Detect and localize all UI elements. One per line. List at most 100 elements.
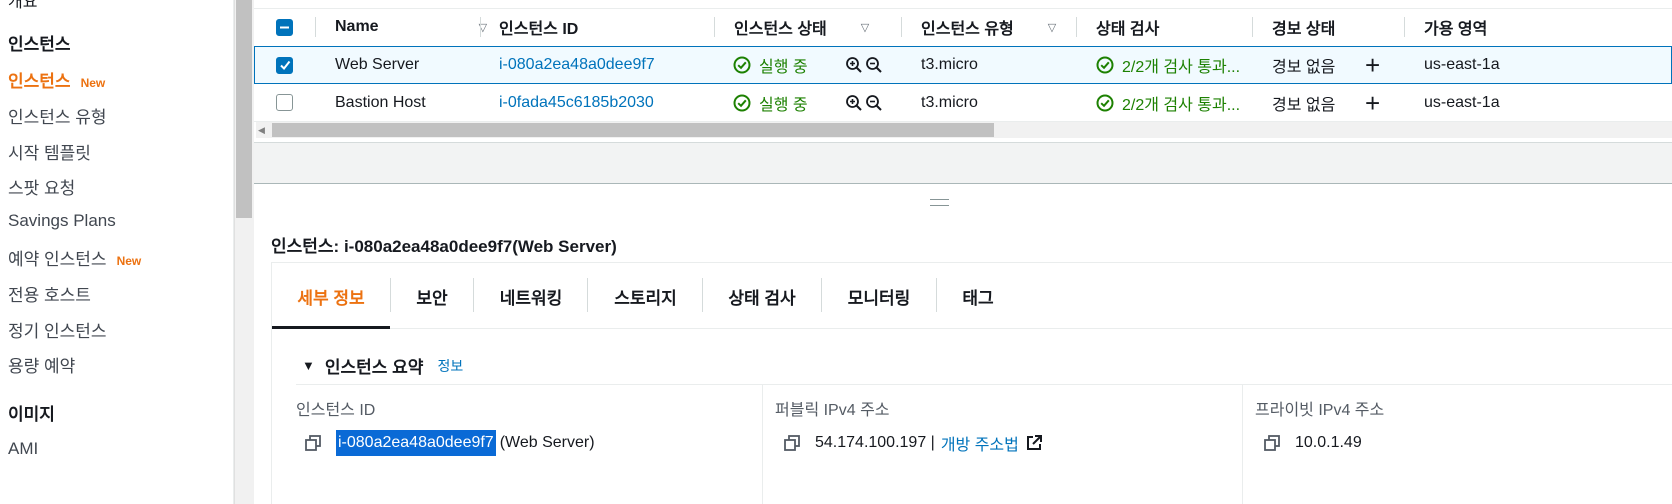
zoom-out-icon[interactable] xyxy=(865,94,883,112)
table-row[interactable]: Bastion Host i-0fada45c6185b2030 실행 중 t3… xyxy=(254,84,1672,122)
zoom-in-icon[interactable] xyxy=(845,56,863,74)
scroll-left-arrow-icon[interactable]: ◀ xyxy=(258,122,265,138)
sort-icon[interactable]: ▽ xyxy=(1048,21,1056,34)
tab-status-checks[interactable]: 상태 검사 xyxy=(703,263,821,329)
table-header-row: Name ▽ 인스턴스 ID 인스턴스 상태 ▽ 인스턴스 유형 ▽ 상태 검사 경보… xyxy=(254,9,1672,45)
plus-icon: + xyxy=(1365,50,1381,80)
status-check-label: 2/2개 검사 통과... xyxy=(1122,59,1241,76)
instance-id-label: 인스턴스 ID xyxy=(296,402,376,419)
drag-handle-icon[interactable] xyxy=(930,199,949,206)
column-divider xyxy=(1252,17,1253,37)
zoom-controls xyxy=(845,47,883,83)
column-header-status-check[interactable]: 상태 검사 xyxy=(1096,9,1159,45)
tab-monitoring[interactable]: 모니터링 xyxy=(822,263,936,329)
private-ip-text: 10.0.1.49 xyxy=(1295,434,1362,451)
column-header-label: 상태 검사 xyxy=(1096,21,1160,38)
tab-security[interactable]: 보안 xyxy=(391,263,473,329)
tab-networking[interactable]: 네트워킹 xyxy=(474,263,588,329)
sidebar-item-scheduled-instances[interactable]: 정기 인스턴스 xyxy=(8,317,107,342)
copy-icon[interactable] xyxy=(783,434,801,452)
status-check[interactable]: 2/2개 검사 통과... xyxy=(1096,84,1240,121)
sidebar-item-instances[interactable]: 인스턴스 New xyxy=(8,67,105,92)
select-all-checkbox[interactable] xyxy=(276,9,293,45)
sidebar-item-reserved-instances[interactable]: 예약 인스턴스 New xyxy=(8,245,141,270)
instance-id-link[interactable]: i-080a2ea48a0dee9f7 xyxy=(499,47,655,83)
check-circle-icon xyxy=(1096,56,1114,74)
summary-heading: 인스턴스 요약 xyxy=(324,358,424,377)
public-ip-value: 54.174.100.197 | 개방 주소법 xyxy=(783,429,1043,457)
zoom-controls xyxy=(845,84,883,121)
selected-instance-id-text[interactable]: i-080a2ea48a0dee9f7 xyxy=(336,430,496,456)
column-header-label: 인스턴스 ID xyxy=(499,21,579,38)
copy-icon[interactable] xyxy=(304,434,322,452)
tab-storage[interactable]: 스토리지 xyxy=(589,263,702,329)
table-scrollbar-thumb[interactable] xyxy=(272,123,994,137)
sidebar-scrollbar-thumb[interactable] xyxy=(236,0,252,218)
private-ip-label: 프라이빗 IPv4 주소 xyxy=(1255,402,1385,419)
sidebar-item-ami[interactable]: AMI xyxy=(8,439,38,459)
detail-title: 인스턴스: i-080a2ea48a0dee9f7(Web Server) xyxy=(271,237,617,256)
alarm-status: 경보 없음 xyxy=(1272,96,1336,114)
new-badge: New xyxy=(80,75,106,90)
add-alarm-button[interactable]: + xyxy=(1365,47,1380,83)
column-header-name[interactable]: Name ▽ xyxy=(335,9,487,45)
table-row[interactable]: Web Server i-080a2ea48a0dee9f7 실행 중 t3.m… xyxy=(254,46,1672,84)
zoom-out-icon[interactable] xyxy=(865,56,883,74)
column-divider xyxy=(714,17,715,37)
split-pane-divider[interactable] xyxy=(254,183,1672,184)
instance-state: 실행 중 xyxy=(733,84,808,121)
instance-summary-header[interactable]: ▼ 인스턴스 요약 정보 xyxy=(302,353,463,378)
sidebar-item-spot-requests[interactable]: 스팟 요청 xyxy=(8,174,75,199)
column-header-label: 가용 영역 xyxy=(1424,21,1488,38)
public-ip-text: 54.174.100.197 | xyxy=(815,434,935,451)
instance-name: Bastion Host xyxy=(335,93,426,111)
split-pane-gap xyxy=(254,142,1672,184)
sort-icon[interactable]: ▽ xyxy=(861,21,869,34)
alarm-status: 경보 없음 xyxy=(1272,59,1336,76)
instance-state: 실행 중 xyxy=(733,47,808,83)
column-header-label: 인스턴스 유형 xyxy=(921,21,1014,38)
summary-divider xyxy=(296,384,1672,385)
instance-state-label: 실행 중 xyxy=(759,96,808,114)
instance-type: t3.micro xyxy=(921,56,978,73)
sidebar-item-savings-plans[interactable]: Savings Plans xyxy=(8,211,116,231)
row-checkbox[interactable] xyxy=(276,84,293,121)
checkbox-unchecked-icon xyxy=(276,94,293,111)
tab-divider xyxy=(473,278,474,312)
column-header-label: Name xyxy=(335,18,379,35)
caret-down-icon[interactable]: ▼ xyxy=(302,358,315,373)
sidebar-item-instance-types[interactable]: 인스턴스 유형 xyxy=(8,103,107,128)
checkbox-checked-icon xyxy=(276,56,293,74)
active-tab-indicator xyxy=(272,326,390,329)
copy-icon[interactable] xyxy=(1263,434,1281,452)
column-header-alarm-status[interactable]: 경보 상태 xyxy=(1272,9,1335,45)
tab-details[interactable]: 세부 정보 xyxy=(272,263,390,329)
add-alarm-button[interactable]: + xyxy=(1365,84,1380,121)
tab-divider xyxy=(936,278,937,312)
tab-divider xyxy=(587,278,588,312)
instance-id-link[interactable]: i-0fada45c6185b2030 xyxy=(499,84,654,121)
column-header-instance-state[interactable]: 인스턴스 상태 ▽ xyxy=(734,9,869,45)
private-ip-value: 10.0.1.49 xyxy=(1263,429,1362,457)
column-header-instance-id[interactable]: 인스턴스 ID xyxy=(499,9,578,45)
tab-tags[interactable]: 태그 xyxy=(937,263,1019,329)
sidebar-item-label: 인스턴스 xyxy=(8,72,71,91)
instance-id-suffix: (Web Server) xyxy=(499,434,595,451)
sidebar-item-launch-templates[interactable]: 시작 템플릿 xyxy=(8,139,91,164)
zoom-in-icon[interactable] xyxy=(845,94,863,112)
column-divider xyxy=(901,17,902,37)
plus-icon: + xyxy=(1365,87,1381,118)
open-address-link[interactable]: 개방 주소법 xyxy=(941,431,1019,455)
column-header-availability-zone[interactable]: 가용 영역 xyxy=(1424,9,1487,45)
column-header-label: 경보 상태 xyxy=(1272,21,1336,38)
status-check[interactable]: 2/2개 검사 통과... xyxy=(1096,47,1240,83)
external-link-icon[interactable] xyxy=(1025,434,1043,452)
sidebar-item-overview[interactable]: 개요 xyxy=(8,0,37,12)
column-divider xyxy=(1076,17,1077,37)
sidebar-item-dedicated-hosts[interactable]: 전용 호스트 xyxy=(8,281,91,306)
public-ip-label: 퍼블릭 IPv4 주소 xyxy=(775,402,890,419)
info-link[interactable]: 정보 xyxy=(437,356,463,376)
row-checkbox[interactable] xyxy=(276,47,293,83)
column-header-instance-type[interactable]: 인스턴스 유형 ▽ xyxy=(921,9,1056,45)
sidebar-item-capacity-reservations[interactable]: 용량 예약 xyxy=(8,352,75,377)
